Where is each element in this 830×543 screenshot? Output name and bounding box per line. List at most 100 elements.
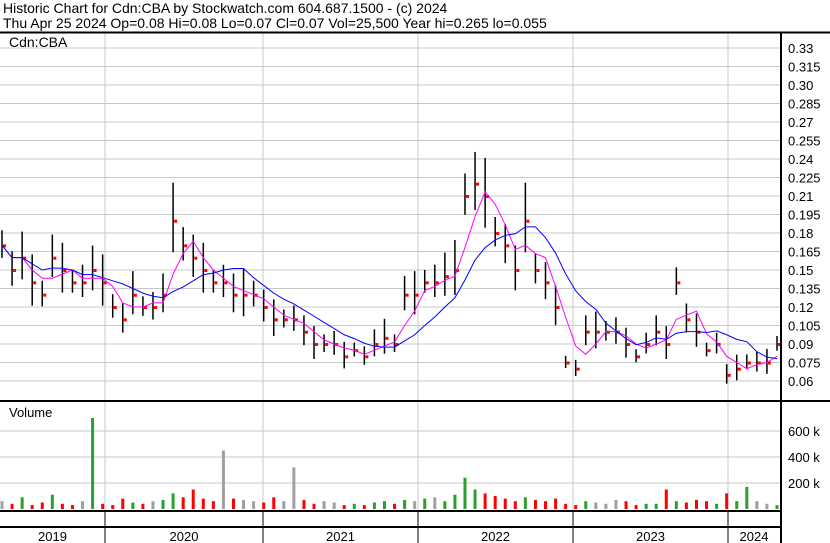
- volume-bar: [694, 499, 698, 509]
- volume-bar: [262, 502, 266, 509]
- stock-chart: Cdn:CBA Volume 0.33 0.315 0.30 0.285 0.27 0.2…: [0, 31, 830, 543]
- volume-bar: [342, 505, 346, 509]
- close-tick: [365, 355, 369, 359]
- volume-label: Volume: [9, 405, 52, 420]
- volume-bar: [191, 489, 195, 509]
- volume-bar: [70, 505, 74, 509]
- price-tick-label: 0.105: [788, 319, 821, 334]
- volume-bar: [30, 505, 34, 509]
- volume-bar: [403, 499, 407, 509]
- close-tick: [103, 281, 107, 285]
- volume-bar: [131, 502, 135, 509]
- close-tick: [345, 355, 349, 359]
- volume-bar: [181, 497, 185, 509]
- volume-bar: [533, 499, 537, 509]
- volume-bar: [705, 501, 709, 509]
- volume-bar: [473, 489, 477, 509]
- volume-bar: [503, 498, 507, 509]
- close-tick: [536, 269, 540, 272]
- price-tick-label: 0.195: [788, 208, 821, 223]
- price-tick-label: 0.09: [788, 337, 813, 352]
- close-tick: [234, 293, 238, 297]
- volume-bar: [735, 501, 739, 509]
- price-tick-label: 0.165: [788, 245, 821, 260]
- volume-bar: [382, 501, 386, 509]
- close-tick: [63, 269, 67, 272]
- volume-bar: [554, 498, 558, 509]
- close-tick: [496, 232, 500, 235]
- close-tick: [586, 330, 590, 334]
- close-tick: [204, 269, 208, 272]
- price-tick-label: 0.06: [788, 374, 813, 389]
- close-tick: [123, 318, 127, 322]
- price-tick-label: 0.21: [788, 189, 813, 204]
- close-tick: [93, 269, 97, 272]
- close-tick: [687, 318, 691, 322]
- price-tick-label: 0.15: [788, 263, 813, 278]
- volume-bar: [574, 505, 578, 509]
- close-tick: [375, 343, 379, 346]
- close-tick: [707, 349, 711, 353]
- price-tick-label: 0.135: [788, 282, 821, 297]
- volume-bar: [644, 503, 648, 509]
- volume-bar: [111, 505, 115, 509]
- volume-bar: [684, 502, 688, 509]
- volume-bar: [423, 498, 427, 509]
- volume-bar: [594, 502, 598, 509]
- volume-bar: [775, 505, 779, 509]
- volume-bar: [372, 502, 376, 509]
- volume-bar: [151, 501, 155, 509]
- volume-tick-label: 200 k: [788, 476, 820, 491]
- close-tick: [576, 367, 580, 371]
- close-tick: [445, 275, 449, 279]
- price-tick-label: 0.285: [788, 97, 821, 112]
- close-tick: [83, 281, 87, 285]
- volume-bar: [302, 499, 306, 509]
- volume-bar: [393, 503, 397, 509]
- volume-bar: [664, 489, 668, 509]
- volume-bar: [745, 486, 749, 509]
- volume-bar: [91, 418, 95, 509]
- close-tick: [194, 256, 198, 260]
- close-tick: [737, 367, 741, 371]
- volume-bar: [433, 497, 437, 509]
- close-tick: [546, 281, 550, 285]
- close-tick: [506, 244, 510, 248]
- price-tick-label: 0.18: [788, 226, 813, 241]
- symbol-label: Cdn:CBA: [9, 34, 68, 50]
- volume-bar: [282, 501, 286, 509]
- volume-bar: [413, 501, 417, 509]
- close-tick: [637, 355, 641, 359]
- price-tick-label: 0.075: [788, 356, 821, 371]
- close-tick: [657, 330, 661, 334]
- volume-bar: [101, 503, 105, 509]
- volume-bar: [242, 499, 246, 509]
- volume-bar: [493, 496, 497, 509]
- volume-bar: [161, 499, 165, 509]
- close-tick: [727, 373, 731, 377]
- close-tick: [526, 219, 530, 223]
- volume-bar: [352, 503, 356, 509]
- close-tick: [556, 306, 560, 309]
- volume-bar: [624, 501, 628, 509]
- volume-tick-label: 600 k: [788, 424, 820, 439]
- volume-bar: [60, 503, 64, 509]
- close-tick: [244, 293, 248, 297]
- close-tick: [224, 281, 228, 285]
- close-tick: [667, 343, 671, 346]
- volume-bar: [0, 501, 4, 509]
- close-tick: [476, 182, 480, 186]
- close-tick: [425, 281, 429, 285]
- year-label: 2024: [740, 529, 769, 543]
- volume-bar: [443, 501, 447, 509]
- volume-bar: [614, 499, 618, 509]
- volume-bar: [755, 501, 759, 509]
- close-tick: [415, 293, 419, 297]
- volume-bar: [231, 498, 235, 509]
- close-tick: [214, 281, 218, 285]
- year-label: 2019: [38, 529, 67, 543]
- volume-bar: [81, 501, 85, 509]
- volume-bar: [453, 494, 457, 509]
- volume-bar: [292, 467, 296, 509]
- price-tick-label: 0.315: [788, 60, 821, 75]
